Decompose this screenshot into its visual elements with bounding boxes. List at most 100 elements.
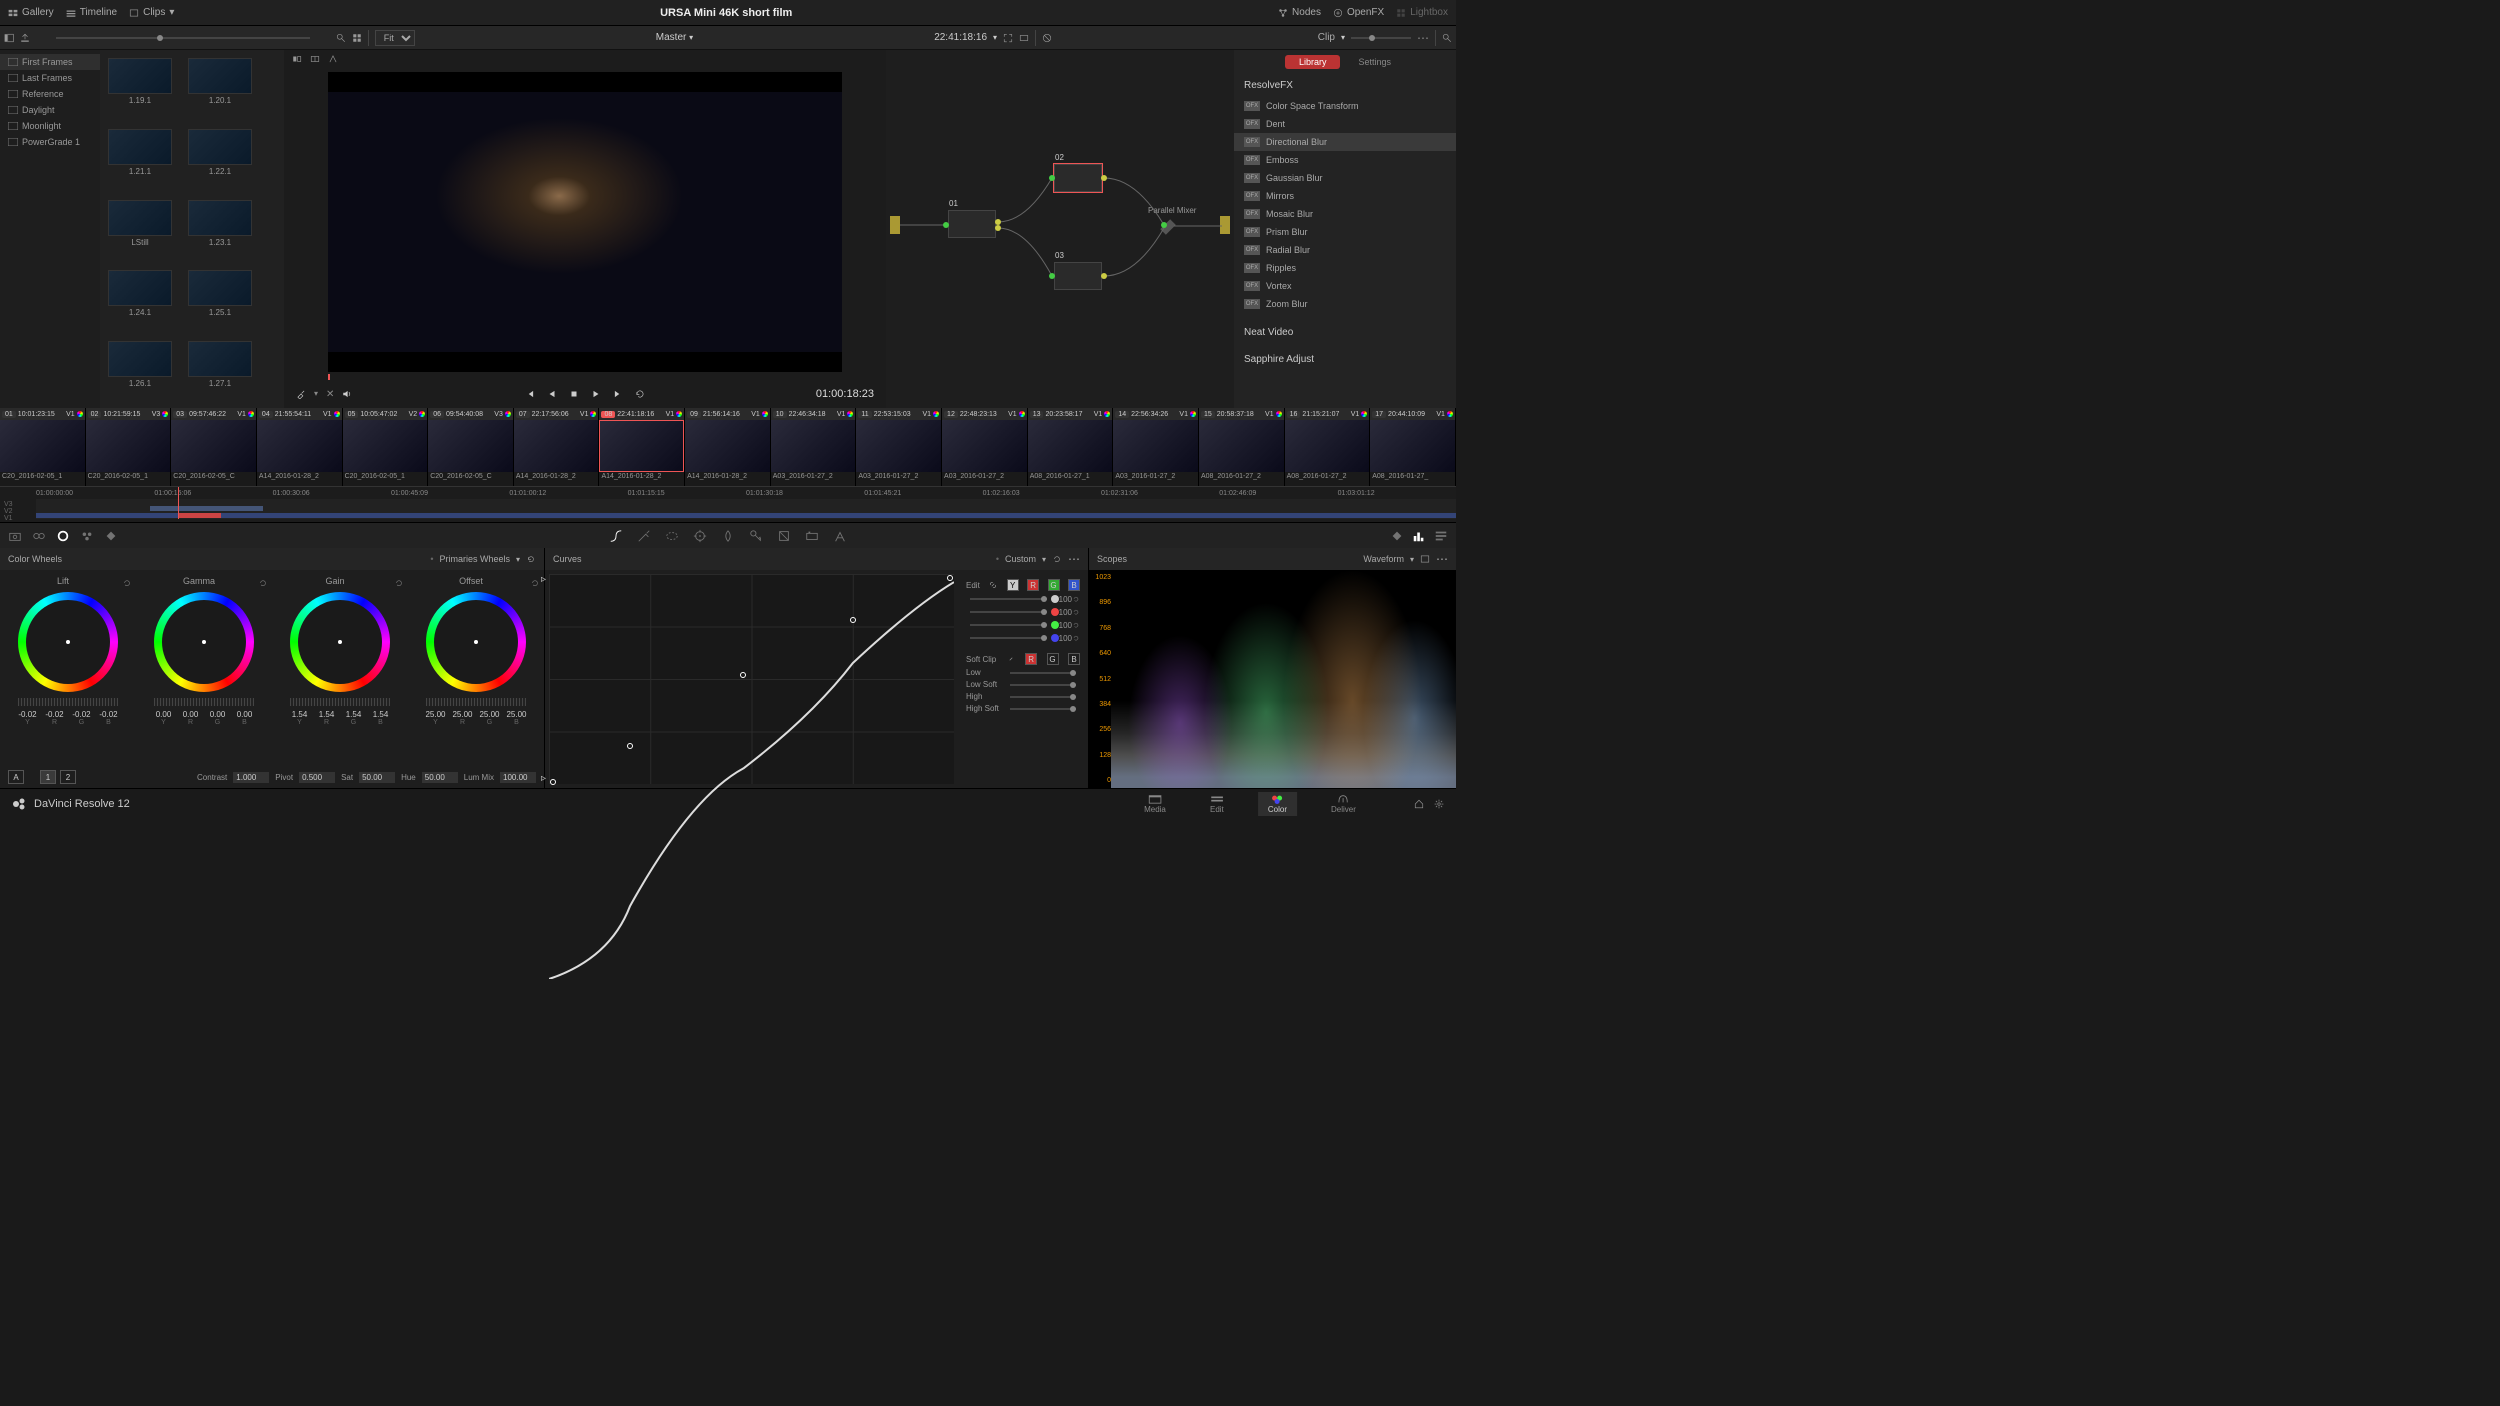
viewer-image[interactable] (328, 72, 842, 372)
jog-wheel[interactable] (18, 698, 118, 706)
lummix-input[interactable] (500, 772, 536, 783)
viewer-mode[interactable]: Master (656, 32, 687, 43)
sat-input[interactable] (359, 772, 395, 783)
wheel-value[interactable]: 1.54 (369, 710, 393, 719)
curve-ch-b[interactable]: B (1068, 579, 1080, 591)
still-thumb[interactable] (188, 200, 252, 236)
tracking-palette-icon[interactable] (693, 529, 707, 543)
soft-ch-r[interactable]: R (1025, 653, 1037, 665)
curve-slider-y[interactable] (970, 598, 1047, 600)
fx-item[interactable]: OFXPrism Blur (1234, 223, 1456, 241)
still-thumb[interactable] (108, 200, 172, 236)
node-03[interactable]: 03 (1054, 262, 1102, 290)
curves-mode[interactable]: Custom (1005, 554, 1036, 564)
clip-thumb[interactable]: 0309:57:46:22V1C20_2016-02-05_C (171, 408, 257, 486)
soft-lowsoft-slider[interactable] (1010, 684, 1076, 686)
clip-thumb[interactable]: 0110:01:23:15V1C20_2016-02-05_1 (0, 408, 86, 486)
scopes-palette-icon[interactable] (1412, 529, 1426, 543)
page-media[interactable]: Media (1134, 792, 1176, 816)
gallery-folder[interactable]: Daylight (0, 102, 100, 118)
curves-reset-icon[interactable] (1052, 554, 1062, 564)
curves-menu[interactable]: ⋯ (1068, 552, 1080, 566)
soft-ch-b[interactable]: B (1068, 653, 1080, 665)
still-thumb[interactable] (188, 341, 252, 377)
curve-ch-r[interactable]: R (1027, 579, 1039, 591)
scopes-menu[interactable]: ⋯ (1436, 552, 1448, 566)
wheel-value[interactable]: 0.00 (233, 710, 257, 719)
fx-item[interactable]: OFXRadial Blur (1234, 241, 1456, 259)
reset-icon[interactable] (530, 578, 540, 588)
reset-icon[interactable] (1072, 594, 1080, 604)
color-wheels-palette-icon[interactable] (56, 529, 70, 543)
fx-item[interactable]: OFXMosaic Blur (1234, 205, 1456, 223)
soft-highsoft-slider[interactable] (1010, 708, 1076, 710)
viewer-scrubber[interactable] (328, 372, 842, 380)
sizing-palette-icon[interactable] (777, 529, 791, 543)
curve-ch-y[interactable]: Y (1007, 579, 1019, 591)
stereo-palette-icon[interactable] (805, 529, 819, 543)
clip-thumb[interactable]: 1621:15:21:07V1A08_2016-01-27_2 (1285, 408, 1371, 486)
gallery-folder[interactable]: Reference (0, 86, 100, 102)
fx-search-icon[interactable] (1442, 33, 1452, 43)
export-still-icon[interactable] (20, 33, 30, 43)
wheel-value[interactable]: -0.02 (70, 710, 94, 719)
loop-icon[interactable] (635, 389, 645, 399)
wheel-value[interactable]: 25.00 (451, 710, 475, 719)
data-burn-palette-icon[interactable] (833, 529, 847, 543)
picker-reset-icon[interactable]: ✕ (326, 389, 334, 400)
mini-timeline[interactable]: V3V2V1 01:00:00:0001:00:15:0601:00:30:06… (0, 486, 1456, 522)
curves-palette-icon[interactable] (609, 529, 623, 543)
clip-thumb[interactable]: 1422:56:34:26V1A03_2016-01-27_2 (1113, 408, 1199, 486)
wheel-value[interactable]: 1.54 (315, 710, 339, 719)
jog-wheel[interactable] (426, 698, 526, 706)
page-1-button[interactable]: 1 (40, 770, 56, 784)
settings-icon[interactable] (1434, 799, 1444, 809)
viewer-fit-select[interactable]: Fit (375, 30, 415, 46)
node-02[interactable]: 02 (1054, 164, 1102, 192)
clip-thumb[interactable]: 0510:05:47:02V2C20_2016-02-05_1 (343, 408, 429, 486)
link-icon[interactable] (988, 580, 998, 590)
gallery-folder[interactable]: Moonlight (0, 118, 100, 134)
expand-icon[interactable] (1003, 33, 1013, 43)
clip-thumb[interactable]: 1520:58:37:18V1A08_2016-01-27_2 (1199, 408, 1285, 486)
parallel-mixer-node[interactable] (1160, 219, 1176, 235)
clip-thumb[interactable]: 0210:21:59:15V3C20_2016-02-05_1 (86, 408, 172, 486)
blur-palette-icon[interactable] (721, 529, 735, 543)
wheel-value[interactable]: 25.00 (478, 710, 502, 719)
img-wipe-icon[interactable] (292, 54, 302, 64)
color-match-palette-icon[interactable] (32, 529, 46, 543)
play-reverse-icon[interactable] (547, 389, 557, 399)
clip-thumb[interactable]: 0921:56:14:16V1A14_2016-01-28_2 (685, 408, 771, 486)
fx-item[interactable]: OFXZoom Blur (1234, 295, 1456, 313)
color-wheel-gamma[interactable] (154, 592, 254, 692)
clip-thumb[interactable]: 1122:53:15:03V1A03_2016-01-27_2 (856, 408, 942, 486)
info-palette-icon[interactable] (1434, 529, 1448, 543)
page-edit[interactable]: Edit (1200, 792, 1234, 816)
jog-wheel[interactable] (290, 698, 390, 706)
page-deliver[interactable]: Deliver (1321, 792, 1366, 816)
clip-strip[interactable]: 0110:01:23:15V1C20_2016-02-05_10210:21:5… (0, 408, 1456, 486)
reset-icon[interactable] (1072, 620, 1080, 630)
lightbox-toggle[interactable]: Lightbox (1396, 7, 1448, 18)
timeline-toggle[interactable]: Timeline (66, 7, 117, 18)
reset-icon[interactable] (1072, 607, 1080, 617)
node-output[interactable] (1220, 216, 1230, 234)
prev-clip-icon[interactable] (525, 389, 535, 399)
clip-thumb[interactable]: 1320:23:58:17V1A08_2016-01-27_1 (1028, 408, 1114, 486)
picker-toggle-icon[interactable]: ▾ (314, 389, 318, 400)
curve-slider-r[interactable] (970, 611, 1047, 613)
wheel-value[interactable]: 0.00 (179, 710, 203, 719)
playhead[interactable] (178, 487, 179, 519)
node-graph[interactable]: 01 02 03 Parallel Mixer (886, 50, 1234, 408)
color-wheel-gain[interactable] (290, 592, 390, 692)
stop-icon[interactable] (569, 389, 579, 399)
curve-ch-g[interactable]: G (1048, 579, 1060, 591)
play-icon[interactable] (591, 389, 601, 399)
node-zoom-slider[interactable] (1351, 37, 1411, 39)
home-icon[interactable] (1414, 799, 1424, 809)
clip-thumb[interactable]: 1222:48:23:13V1A03_2016-01-27_2 (942, 408, 1028, 486)
clips-toggle[interactable]: Clips ▾ (129, 7, 174, 18)
fx-item[interactable]: OFXEmboss (1234, 151, 1456, 169)
link-icon[interactable] (1006, 654, 1016, 664)
highlight-icon[interactable] (328, 54, 338, 64)
